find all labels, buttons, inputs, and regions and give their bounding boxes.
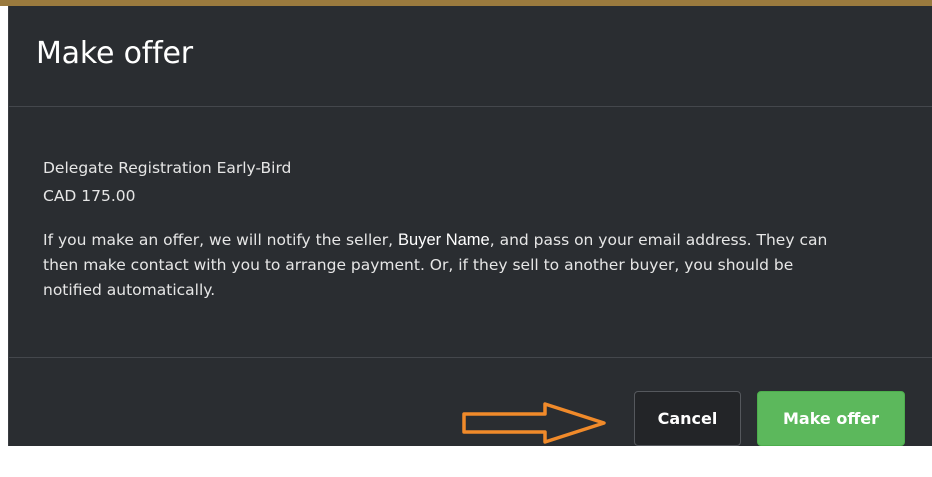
item-name: Delegate Registration Early-Bird <box>43 159 292 177</box>
page: Make offer Delegate Registration Early-B… <box>0 0 932 477</box>
dialog-footer: Cancel Make offer <box>9 358 932 446</box>
make-offer-button[interactable]: Make offer <box>757 391 905 446</box>
item-price: CAD 175.00 <box>43 187 136 205</box>
seller-name: Buyer Name <box>398 231 490 249</box>
dialog-header: Make offer <box>9 6 932 107</box>
make-offer-dialog: Make offer Delegate Registration Early-B… <box>8 6 932 446</box>
right-arrow-icon <box>462 402 606 444</box>
dialog-title: Make offer <box>36 36 193 71</box>
message-text-before: If you make an offer, we will notify the… <box>43 231 399 249</box>
cancel-button[interactable]: Cancel <box>634 391 741 446</box>
offer-message: If you make an offer, we will notify the… <box>43 228 853 303</box>
dialog-body: Delegate Registration Early-Bird CAD 175… <box>9 107 932 358</box>
